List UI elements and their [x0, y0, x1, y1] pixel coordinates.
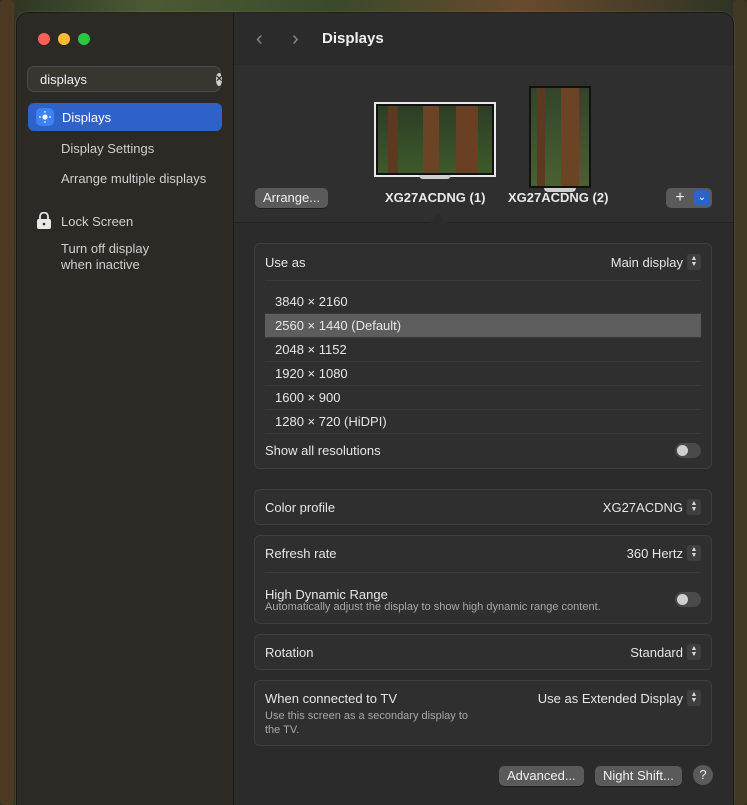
search-input[interactable] [40, 71, 216, 87]
selected-display-pointer [429, 214, 447, 223]
sidebar-subitem-turn-off-display[interactable]: Turn off display [61, 241, 149, 256]
use-as-value: Main display [610, 254, 683, 270]
refresh-rate-label: Refresh rate [265, 545, 337, 561]
updown-chevron-icon: ▲ ▼ [687, 499, 701, 515]
sidebar-item-lock-screen[interactable]: Lock Screen [61, 214, 133, 229]
main-pane: ‹ › Displays Arrange... XG27ACDNG (1) XG… [234, 13, 733, 805]
chevron-right-icon[interactable]: › [292, 28, 299, 51]
use-as-label: Use as [265, 254, 306, 270]
sidebar-subitem-display-settings[interactable]: Display Settings [61, 141, 154, 156]
hdr-description: Automatically adjust the display to show… [265, 601, 601, 613]
sidebar-item-displays[interactable]: Displays [28, 103, 222, 131]
sidebar-subitem-arrange-displays[interactable]: Arrange multiple displays [61, 171, 206, 186]
arrange-button[interactable]: Arrange... [255, 188, 329, 208]
close-window-button[interactable] [38, 33, 50, 45]
wallpaper-trunk [0, 0, 14, 805]
resolution-option[interactable]: 1600 × 900 [265, 386, 701, 410]
sun-icon [36, 108, 54, 126]
add-display-button[interactable]: + [666, 189, 694, 207]
display-1-stand [419, 175, 451, 179]
settings-window: × Displays Display Settings Arrange mult… [17, 13, 733, 805]
updown-chevron-icon: ▲ ▼ [687, 545, 701, 561]
tv-select[interactable]: Use as Extended Display ▲ ▼ [538, 690, 701, 706]
clear-search-icon[interactable]: × [216, 72, 223, 86]
night-shift-button[interactable]: Night Shift... [595, 766, 682, 786]
wallpaper-tree [456, 106, 478, 173]
wallpaper-tree [388, 106, 398, 173]
color-profile-label: Color profile [265, 499, 336, 515]
color-profile-group: Color profile XG27ACDNG ▲ ▼ [254, 489, 712, 525]
use-as-select[interactable]: Main display ▲ ▼ [611, 254, 701, 270]
hdr-toggle[interactable] [675, 592, 701, 607]
display-2-label[interactable]: XG27ACDNG (2) [508, 190, 608, 205]
tv-label: When connected to TV [265, 690, 398, 706]
show-all-resolutions-label: Show all resolutions [265, 443, 381, 458]
minimize-window-button[interactable] [58, 33, 70, 45]
resolution-option[interactable]: 1280 × 720 (HiDPI) [265, 410, 701, 434]
zoom-window-button[interactable] [78, 33, 90, 45]
refresh-rate-select[interactable]: 360 Hertz ▲ ▼ [627, 545, 701, 561]
divider [265, 572, 701, 573]
advanced-button[interactable]: Advanced... [499, 766, 584, 786]
lock-screen-icon [37, 212, 51, 229]
color-profile-select[interactable]: XG27ACDNG ▲ ▼ [603, 499, 701, 515]
chevron-left-icon[interactable]: ‹ [256, 28, 263, 51]
updown-chevron-icon: ▲ ▼ [687, 644, 701, 660]
updown-chevron-icon: ▲ ▼ [687, 254, 701, 270]
resolution-option[interactable]: 2048 × 1152 [265, 338, 701, 362]
use-as-group: Use as Main display ▲ ▼ 3840 × 2160 2560 ×… [254, 243, 712, 469]
add-display-control[interactable]: + ⌄ [666, 188, 712, 208]
help-button[interactable]: ? [693, 765, 713, 785]
refresh-rate-value: 360 Hertz [626, 545, 683, 561]
resolution-option[interactable]: 2560 × 1440 (Default) [265, 314, 701, 338]
display-arrangement: Arrange... XG27ACDNG (1) XG27ACDNG (2) [234, 65, 733, 223]
rotation-select[interactable]: Standard ▲ ▼ [630, 644, 701, 660]
tv-value: Use as Extended Display [537, 690, 683, 706]
tv-group: When connected to TV Use as Extended Dis… [254, 680, 712, 746]
display-1-thumbnail[interactable] [376, 104, 494, 175]
wallpaper-tree [537, 88, 545, 186]
window-controls [38, 33, 90, 45]
chevron-down-icon[interactable]: ⌄ [694, 190, 710, 206]
sidebar-subitem-turn-off-display-2[interactable]: when inactive [61, 257, 140, 272]
page-title: Displays [322, 30, 384, 47]
updown-chevron-icon: ▲ ▼ [687, 690, 701, 706]
sidebar-item-label: Displays [62, 109, 112, 125]
rotation-value: Standard [630, 644, 683, 660]
resolution-option[interactable]: 3840 × 2160 [265, 290, 701, 314]
search-field[interactable]: × [27, 66, 223, 92]
wallpaper-tree [561, 88, 579, 186]
wallpaper-tree [423, 106, 439, 173]
sidebar: × Displays Display Settings Arrange mult… [17, 13, 234, 805]
show-all-resolutions-toggle[interactable] [675, 443, 701, 458]
tv-description-line-1: Use this screen as a secondary display t… [265, 710, 468, 722]
wallpaper-trunk [733, 0, 747, 805]
tv-description-line-2: the TV. [265, 724, 300, 736]
refresh-group: Refresh rate 360 Hertz ▲ ▼ High Dynamic R… [254, 535, 712, 624]
resolution-option[interactable]: 1920 × 1080 [265, 362, 701, 386]
rotation-label: Rotation [265, 644, 314, 660]
color-profile-value: XG27ACDNG [602, 499, 683, 515]
rotation-group: Rotation Standard ▲ ▼ [254, 634, 712, 670]
divider [265, 280, 701, 281]
display-1-label[interactable]: XG27ACDNG (1) [385, 190, 485, 205]
toolbar: ‹ › Displays [234, 13, 733, 65]
display-2-thumbnail[interactable] [529, 86, 591, 188]
